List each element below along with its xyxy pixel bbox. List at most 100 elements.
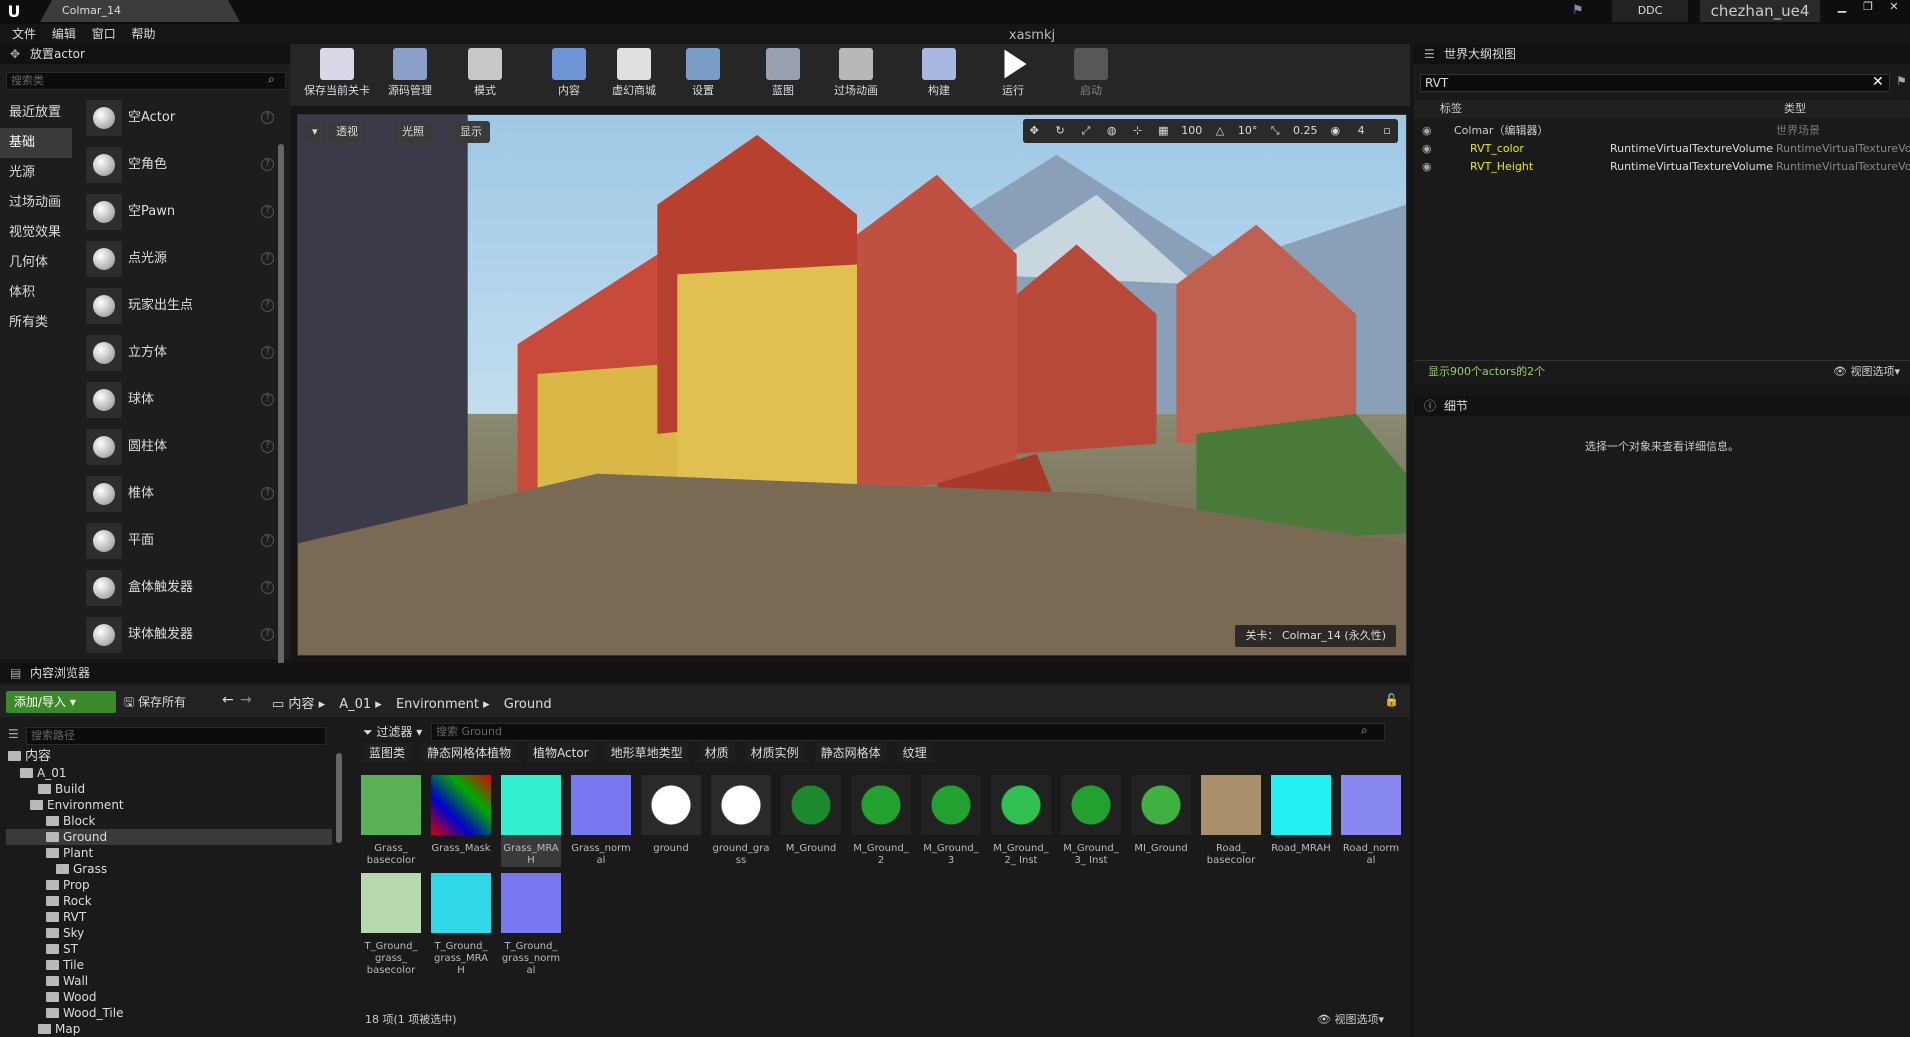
build-button[interactable]: 构建 xyxy=(916,48,962,104)
marketplace-button[interactable]: 虚幻商城 xyxy=(604,48,664,104)
camera-speed-value[interactable]: 4 xyxy=(1350,119,1372,143)
tree-item[interactable]: Sky xyxy=(46,925,84,941)
outliner-search-input[interactable]: RVT xyxy=(1420,74,1890,92)
search-icon[interactable]: ⌕ xyxy=(1361,723,1368,738)
cat-basic[interactable]: 基础 xyxy=(0,128,72,158)
rotation-snap-icon[interactable]: △ xyxy=(1209,119,1231,143)
source-control-button[interactable]: 源码管理 xyxy=(382,48,438,104)
add-filter-icon[interactable]: ⚑ xyxy=(1896,74,1907,88)
asset-tile[interactable]: T_Ground_ grass_ basecolor xyxy=(361,873,421,977)
perspective-button[interactable]: 透视 xyxy=(328,121,366,143)
save-all-button[interactable]: 🖫 保存所有 xyxy=(124,693,186,714)
maximize-icon[interactable]: ❐ xyxy=(1856,0,1880,16)
asset-tile[interactable]: Grass_ basecolor xyxy=(361,775,421,867)
tree-item[interactable]: Build xyxy=(38,781,85,797)
place-item[interactable]: 空Pawn? xyxy=(82,190,278,237)
menu-edit[interactable]: 编辑 xyxy=(52,24,76,44)
asset-view-options[interactable]: 👁 视图选项▾ xyxy=(1317,1011,1384,1027)
cat-all-classes[interactable]: 所有类 xyxy=(0,308,72,338)
asset-tile[interactable]: T_Ground_ grass_MRAH xyxy=(431,873,491,977)
flag-icon[interactable]: ⚑ xyxy=(1572,3,1584,18)
breadcrumb-item[interactable]: Ground xyxy=(504,697,552,712)
breadcrumb-item[interactable]: Environment xyxy=(396,697,479,712)
asset-tile[interactable]: M_Ground xyxy=(781,775,841,855)
filter-chip[interactable]: 纹理 xyxy=(896,743,933,763)
place-item[interactable]: 空Actor? xyxy=(82,96,278,143)
lock-icon[interactable]: 🔓 xyxy=(1384,693,1399,707)
asset-tile[interactable]: Road_normal xyxy=(1341,775,1401,867)
place-search-input[interactable]: 搜索类 xyxy=(6,72,286,90)
filter-chip[interactable]: 蓝图类 xyxy=(363,743,412,763)
tree-item-selected[interactable]: Ground xyxy=(6,829,332,845)
cat-lights[interactable]: 光源 xyxy=(0,158,72,188)
asset-tile[interactable]: Road_ basecolor xyxy=(1201,775,1261,867)
asset-tile[interactable]: Grass_normal xyxy=(571,775,631,867)
place-item[interactable]: 球体? xyxy=(82,378,278,425)
translate-icon[interactable]: ✥ xyxy=(1023,119,1045,143)
cat-volumes[interactable]: 体积 xyxy=(0,278,72,308)
forward-icon[interactable]: → xyxy=(240,692,252,708)
tree-item[interactable]: Rock xyxy=(46,893,92,909)
tree-item[interactable]: Block xyxy=(46,813,95,829)
place-item[interactable]: 点光源? xyxy=(82,237,278,284)
camera-speed-icon[interactable]: ◉ xyxy=(1324,119,1346,143)
place-item[interactable]: 空角色? xyxy=(82,143,278,190)
asset-tile-selected[interactable]: Grass_MRAH xyxy=(501,775,561,867)
tree-options-icon[interactable]: ☰ xyxy=(8,727,19,741)
launch-button[interactable]: 启动 xyxy=(1068,48,1114,104)
tree-item[interactable]: Tile xyxy=(46,957,84,973)
viewport-options-button[interactable]: ▾ xyxy=(304,121,326,143)
tree-search-input[interactable]: 搜索路径 xyxy=(26,727,326,745)
tree-item[interactable]: Environment xyxy=(30,797,124,813)
cat-geometry[interactable]: 几何体 xyxy=(0,248,72,278)
save-level-button[interactable]: 保存当前关卡 xyxy=(302,48,372,104)
place-item[interactable]: 平面? xyxy=(82,519,278,566)
maximize-viewport-icon[interactable]: ▫ xyxy=(1376,119,1398,143)
settings-button[interactable]: 设置 xyxy=(680,48,726,104)
cat-cinematic[interactable]: 过场动画 xyxy=(0,188,72,218)
search-icon[interactable]: ⌕ xyxy=(268,72,275,87)
modes-button[interactable]: 模式 xyxy=(462,48,508,104)
add-import-button[interactable]: 添加/导入 ▾ xyxy=(6,691,116,713)
asset-tile[interactable]: M_Ground_3_ Inst xyxy=(1061,775,1121,867)
play-button[interactable]: 运行 xyxy=(990,48,1036,104)
tree-scrollbar[interactable] xyxy=(336,753,342,843)
cinematics-button[interactable]: 过场动画 xyxy=(828,48,884,104)
outliner-row[interactable]: ◉ RVT_color RuntimeVirtualTextureVolume … xyxy=(1414,140,1910,158)
col-label[interactable]: 标签 xyxy=(1440,100,1462,118)
minimize-icon[interactable]: ▁ xyxy=(1830,0,1854,16)
filter-chip[interactable]: 材质 xyxy=(698,743,735,763)
content-button[interactable]: 内容 xyxy=(546,48,592,104)
outliner-row[interactable]: ◉ Colmar（编辑器） 世界场景 xyxy=(1414,122,1910,140)
visibility-eye-icon[interactable]: ◉ xyxy=(1422,122,1432,140)
asset-tile[interactable]: M_Ground_2_ Inst xyxy=(991,775,1051,867)
breadcrumb-item[interactable]: 内容 xyxy=(288,697,314,712)
filter-chip[interactable]: 静态网格体 xyxy=(814,743,887,763)
place-scrollbar[interactable] xyxy=(278,144,284,689)
asset-tile[interactable]: M_Ground_3 xyxy=(921,775,981,867)
level-tab[interactable]: Colmar_14 xyxy=(40,0,240,22)
menu-file[interactable]: 文件 xyxy=(12,24,36,44)
filter-button[interactable]: ⏷ 过滤器 ▾ xyxy=(363,723,422,740)
rotation-snap-value[interactable]: 10° xyxy=(1235,119,1261,143)
rotate-icon[interactable]: ↻ xyxy=(1049,119,1071,143)
asset-tile[interactable]: M_Ground_2 xyxy=(851,775,911,867)
cat-visual-effects[interactable]: 视觉效果 xyxy=(0,218,72,248)
visibility-eye-icon[interactable]: ◉ xyxy=(1422,158,1432,176)
menu-window[interactable]: 窗口 xyxy=(92,24,116,44)
tree-item[interactable]: Wood_Tile xyxy=(46,1005,123,1021)
tree-item[interactable]: Plant xyxy=(46,845,93,861)
asset-tile[interactable]: Grass_Mask xyxy=(431,775,491,855)
scale-snap-icon[interactable]: ⤡ xyxy=(1264,119,1286,143)
breadcrumb-item[interactable]: A_01 xyxy=(339,697,371,712)
tree-item[interactable]: Prop xyxy=(46,877,90,893)
asset-search-input[interactable]: 搜索 Ground xyxy=(431,723,1385,741)
place-item[interactable]: 圆柱体? xyxy=(82,425,278,472)
asset-tile[interactable]: MI_Ground xyxy=(1131,775,1191,855)
tree-item[interactable]: RVT xyxy=(46,909,86,925)
filter-chip[interactable]: 材质实例 xyxy=(744,743,805,763)
asset-tile[interactable]: ground xyxy=(641,775,701,855)
tree-item[interactable]: Wood xyxy=(46,989,96,1005)
surface-snap-icon[interactable]: ⊹ xyxy=(1127,119,1149,143)
place-item[interactable]: 玩家出生点? xyxy=(82,284,278,331)
